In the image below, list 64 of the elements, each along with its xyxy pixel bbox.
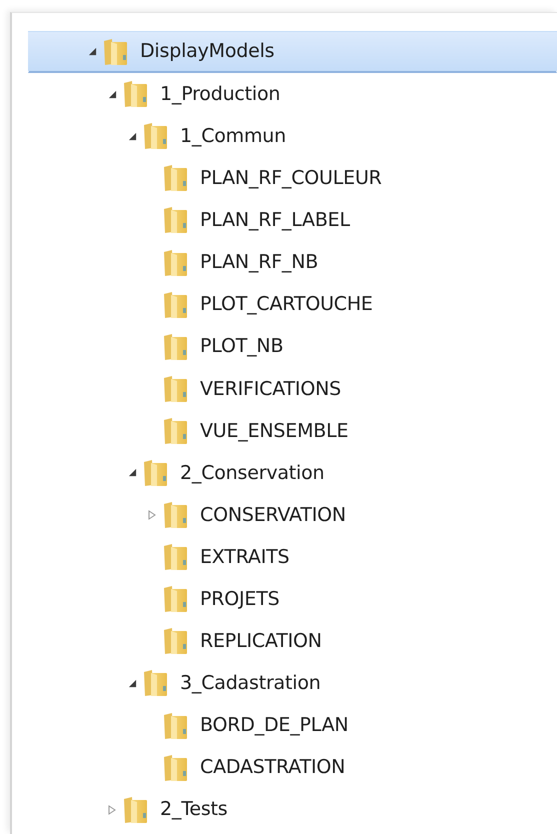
folder-label: 1_Commun (180, 124, 286, 149)
tree-item[interactable]: PLOT_NB (28, 326, 557, 368)
folder-label: PLAN_RF_LABEL (200, 208, 350, 234)
folder-label: 1_Production (160, 82, 280, 107)
folder-icon (163, 248, 188, 277)
tree-item[interactable]: 1_Production (28, 73, 557, 116)
folder-icon (163, 585, 188, 614)
folder-icon (163, 206, 188, 234)
folder-icon (163, 374, 188, 403)
tree-item[interactable]: PROJETS (28, 578, 557, 620)
folder-label: PLAN_RF_COULEUR (200, 166, 382, 192)
folder-icon (143, 458, 168, 487)
folder-label: 3_Cadastration (180, 671, 321, 696)
tree-item[interactable]: CONSERVATION (28, 494, 557, 536)
folder-icon (163, 164, 188, 192)
folder-label: VERIFICATIONS (200, 376, 341, 402)
folder-icon (163, 543, 188, 572)
folder-label: REPLICATION (200, 629, 322, 654)
folder-label: 2_Conservation (180, 460, 324, 486)
folder-label: EXTRAITS (200, 544, 290, 570)
tree-item[interactable]: BORD_DE_PLAN (28, 704, 557, 747)
folder-icon (163, 416, 188, 445)
tree-item[interactable]: REPLICATION (28, 620, 557, 662)
folder-label: PROJETS (200, 587, 280, 612)
folder-icon (163, 501, 188, 530)
tree-item[interactable]: PLAN_RF_COULEUR (28, 157, 557, 200)
folder-label: PLOT_NB (200, 334, 284, 360)
folder-label: CADASTRATION (200, 755, 346, 780)
tree-item[interactable]: 2_Conservation (28, 452, 557, 494)
collapse-arrow-icon[interactable] (128, 678, 136, 688)
tree-item[interactable]: 3_Cadastration (28, 662, 557, 704)
folder-label: CONSERVATION (200, 502, 346, 528)
folder-icon (123, 80, 148, 108)
expand-arrow-icon[interactable] (147, 509, 157, 522)
folder-label: VUE_ENSEMBLE (200, 418, 348, 444)
folder-icon (163, 290, 188, 319)
folder-icon (163, 712, 188, 740)
folder-label: BORD_DE_PLAN (200, 713, 348, 738)
folder-label: PLOT_CARTOUCHE (200, 292, 373, 318)
tree-item[interactable]: DisplayModels (28, 31, 557, 74)
tree-item[interactable]: PLAN_RF_LABEL (28, 199, 557, 242)
folder-icon (143, 122, 168, 150)
expand-arrow-icon[interactable] (107, 804, 117, 816)
folder-icon (163, 754, 188, 782)
tree-item[interactable]: VERIFICATIONS (28, 368, 557, 410)
collapse-arrow-icon[interactable] (128, 468, 136, 478)
tree-item[interactable]: VUE_ENSEMBLE (28, 410, 557, 452)
folder-icon (123, 796, 148, 824)
tree-item[interactable]: CADASTRATION (28, 746, 557, 789)
folder-icon (103, 38, 128, 66)
folder-icon (163, 332, 188, 361)
folder-label: PLAN_RF_NB (200, 250, 318, 276)
tree-item[interactable]: 1_Commun (28, 115, 557, 158)
collapse-arrow-icon[interactable] (108, 90, 116, 99)
collapse-arrow-icon[interactable] (128, 132, 136, 141)
tree-item[interactable]: EXTRAITS (28, 536, 557, 578)
tree-item[interactable]: PLOT_CARTOUCHE (28, 284, 557, 326)
collapse-arrow-icon[interactable] (88, 47, 96, 56)
tree-item[interactable]: PLAN_RF_NB (28, 241, 557, 284)
folder-label: DisplayModels (140, 39, 274, 64)
folder-label: 2_Tests (160, 797, 228, 822)
folder-icon (163, 627, 188, 656)
folder-icon (143, 669, 168, 698)
tree-item[interactable]: 2_Tests (28, 788, 557, 831)
